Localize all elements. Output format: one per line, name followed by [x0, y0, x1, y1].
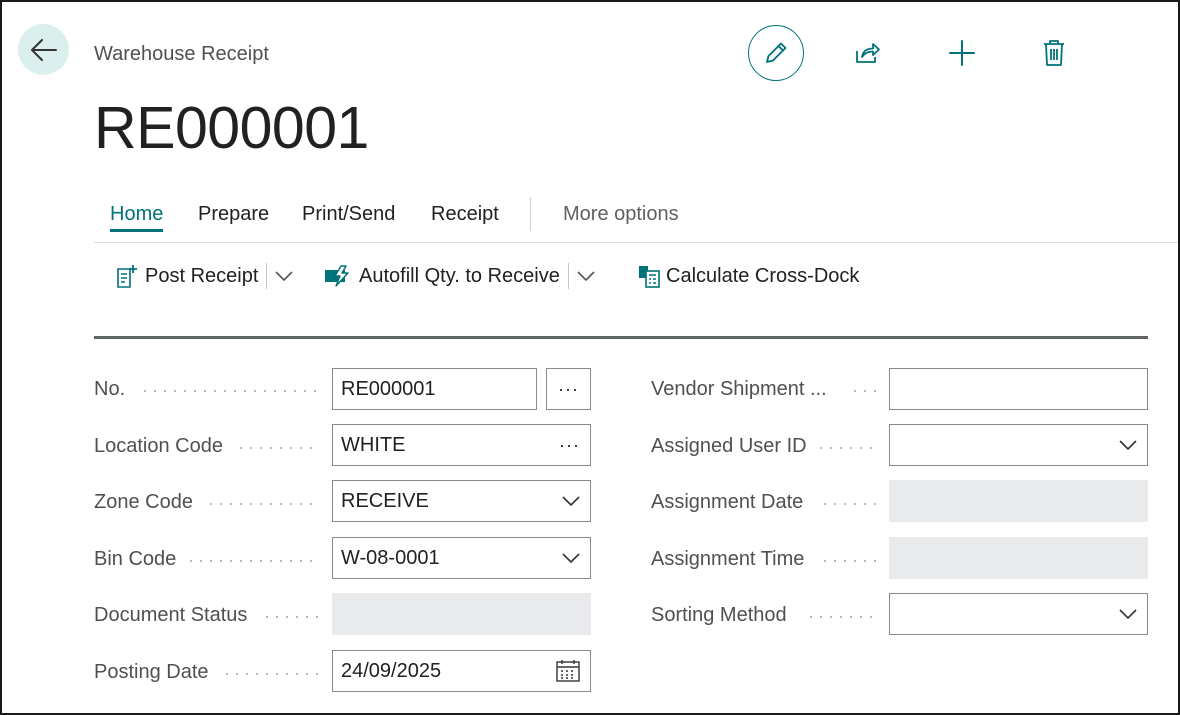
leader-dots — [850, 390, 876, 392]
post-receipt-dropdown[interactable] — [275, 271, 293, 281]
sorting-method-select[interactable] — [889, 593, 1148, 635]
action-tabs: Home Prepare Print/Send Receipt More opt… — [94, 196, 1178, 243]
label-posting-date: Posting Date — [94, 661, 209, 683]
chevron-down-icon — [1119, 425, 1137, 465]
post-receipt-command[interactable]: Post Receipt — [116, 263, 293, 289]
label-no: No. — [94, 378, 126, 400]
pencil-icon — [766, 42, 787, 63]
assignment-date-field — [889, 480, 1148, 522]
share-button[interactable] — [840, 25, 896, 81]
label-assigned-user-id: Assigned User ID — [651, 435, 807, 457]
leader-dots — [140, 390, 320, 392]
tab-print-send[interactable]: Print/Send — [302, 203, 395, 226]
leader-dots — [206, 503, 320, 505]
leader-dots — [820, 560, 876, 562]
label-document-status: Document Status — [94, 604, 248, 626]
bin-code-value: W-08-0001 — [341, 546, 440, 569]
tab-separator — [530, 197, 531, 231]
label-zone-code: Zone Code — [94, 491, 193, 513]
trash-icon — [1044, 40, 1064, 66]
assignment-time-field — [889, 537, 1148, 579]
label-bin-code: Bin Code — [94, 548, 177, 570]
leader-dots — [816, 447, 876, 449]
label-vendor-shipment: Vendor Shipment ... — [651, 378, 827, 400]
split-divider — [567, 263, 569, 289]
chevron-down-icon — [562, 481, 580, 521]
posting-date-value: 24/09/2025 — [341, 659, 442, 682]
autofill-command[interactable]: Autofill Qty. to Receive — [324, 263, 595, 289]
chevron-down-icon — [562, 538, 580, 578]
leader-dots — [222, 673, 320, 675]
chevron-down-icon — [577, 271, 595, 281]
posting-date-field[interactable]: 24/09/2025 — [332, 650, 591, 692]
plus-icon — [949, 40, 975, 66]
bin-code-select[interactable]: W-08-0001 — [332, 537, 591, 579]
leader-dots — [820, 503, 876, 505]
ellipsis-icon: ··· — [558, 378, 579, 399]
document-status-field — [332, 593, 591, 635]
autofill-label: Autofill Qty. to Receive — [359, 264, 560, 287]
no-field[interactable]: RE000001 — [332, 368, 537, 410]
autofill-dropdown[interactable] — [577, 271, 595, 281]
page-caption: Warehouse Receipt — [94, 43, 269, 65]
post-receipt-label: Post Receipt — [145, 264, 259, 287]
arrow-left-icon — [30, 38, 57, 61]
share-icon — [856, 43, 880, 63]
section-divider — [94, 336, 1148, 339]
label-assignment-time: Assignment Time — [651, 548, 805, 570]
autofill-lightning-icon — [324, 263, 354, 289]
assigned-user-id-select[interactable] — [889, 424, 1148, 466]
location-code-field[interactable]: WHITE ··· — [332, 424, 591, 466]
tab-prepare[interactable]: Prepare — [198, 203, 269, 226]
page-title: RE000001 — [94, 95, 369, 161]
post-document-icon — [116, 263, 140, 289]
calculate-icon — [637, 263, 661, 289]
cross-dock-label: Calculate Cross-Dock — [666, 264, 860, 287]
leader-dots — [236, 447, 320, 449]
tab-more-options[interactable]: More options — [563, 203, 679, 226]
edit-button[interactable] — [748, 25, 804, 81]
chevron-down-icon — [1119, 594, 1137, 634]
chevron-down-icon — [275, 271, 293, 281]
tab-home[interactable]: Home — [110, 203, 164, 232]
delete-button[interactable] — [1026, 25, 1082, 81]
split-divider — [266, 263, 268, 289]
calendar-icon[interactable] — [556, 651, 580, 691]
zone-code-value: RECEIVE — [341, 489, 429, 512]
cross-dock-command[interactable]: Calculate Cross-Dock — [637, 263, 859, 289]
label-assignment-date: Assignment Date — [651, 491, 804, 513]
ellipsis-icon[interactable]: ··· — [559, 425, 580, 465]
zone-code-select[interactable]: RECEIVE — [332, 480, 591, 522]
back-button[interactable] — [18, 24, 69, 75]
leader-dots — [186, 560, 320, 562]
label-sorting-method: Sorting Method — [651, 604, 787, 626]
leader-dots — [806, 616, 876, 618]
label-location-code: Location Code — [94, 435, 223, 457]
new-button[interactable] — [934, 25, 990, 81]
leader-dots — [262, 616, 320, 618]
vendor-shipment-field[interactable] — [889, 368, 1148, 410]
no-assist-button[interactable]: ··· — [546, 368, 591, 410]
location-code-value: WHITE — [341, 433, 406, 456]
tab-receipt[interactable]: Receipt — [431, 203, 499, 226]
